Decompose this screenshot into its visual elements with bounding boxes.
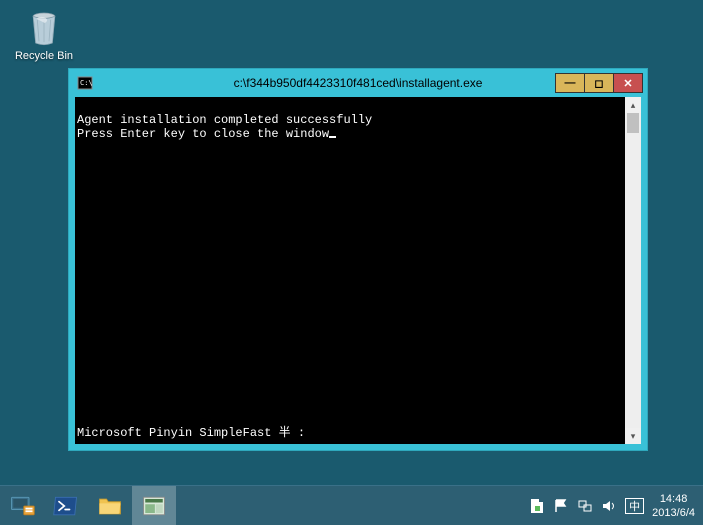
powershell-icon [52, 492, 80, 520]
folder-icon [96, 492, 124, 520]
text-cursor [329, 136, 336, 138]
clock-time: 14:48 [652, 492, 695, 506]
ime-status-line: Microsoft Pinyin SimpleFast 半 : [77, 426, 305, 440]
scroll-up-icon[interactable]: ▴ [625, 97, 641, 113]
scroll-thumb[interactable] [627, 113, 639, 133]
close-button[interactable]: ✕ [613, 73, 643, 93]
network-icon[interactable] [577, 498, 593, 514]
taskbar-item-explorer[interactable] [88, 486, 132, 525]
recycle-bin-label: Recycle Bin [14, 50, 74, 62]
action-center-icon[interactable] [529, 498, 545, 514]
minimize-button[interactable]: — [555, 73, 585, 93]
taskbar-spacer [176, 486, 521, 525]
taskbar-item-powershell[interactable] [44, 486, 88, 525]
titlebar[interactable]: C:\ c:\f344b950df4423310f481ced\installa… [69, 69, 647, 97]
flag-icon[interactable] [553, 498, 569, 514]
recycle-bin[interactable]: Recycle Bin [14, 8, 74, 62]
taskbar-item-server-manager[interactable] [0, 486, 44, 525]
taskbar: 中 14:48 2013/6/4 [0, 485, 703, 525]
volume-icon[interactable] [601, 498, 617, 514]
svg-text:C:\: C:\ [80, 79, 93, 87]
titlebar-buttons: — ◻ ✕ [556, 73, 643, 93]
taskbar-clock[interactable]: 14:48 2013/6/4 [652, 492, 695, 520]
console-window: C:\ c:\f344b950df4423310f481ced\installa… [68, 68, 648, 451]
vertical-scrollbar[interactable]: ▴ ▾ [625, 97, 641, 444]
taskbar-item-console[interactable] [132, 486, 176, 525]
window-body: Agent installation completed successfull… [75, 97, 641, 444]
recycle-bin-icon [24, 8, 64, 48]
console-icon [140, 492, 168, 520]
app-icon: C:\ [77, 75, 93, 91]
clock-date: 2013/6/4 [652, 506, 695, 520]
console-line: Agent installation completed successfull… [77, 113, 372, 127]
console-line: Press Enter key to close the window [77, 127, 329, 141]
scroll-down-icon[interactable]: ▾ [625, 428, 641, 444]
system-tray: 中 14:48 2013/6/4 [521, 486, 703, 525]
server-manager-icon [8, 492, 36, 520]
ime-indicator[interactable]: 中 [625, 498, 644, 514]
maximize-button[interactable]: ◻ [584, 73, 614, 93]
console-output[interactable]: Agent installation completed successfull… [75, 97, 625, 444]
